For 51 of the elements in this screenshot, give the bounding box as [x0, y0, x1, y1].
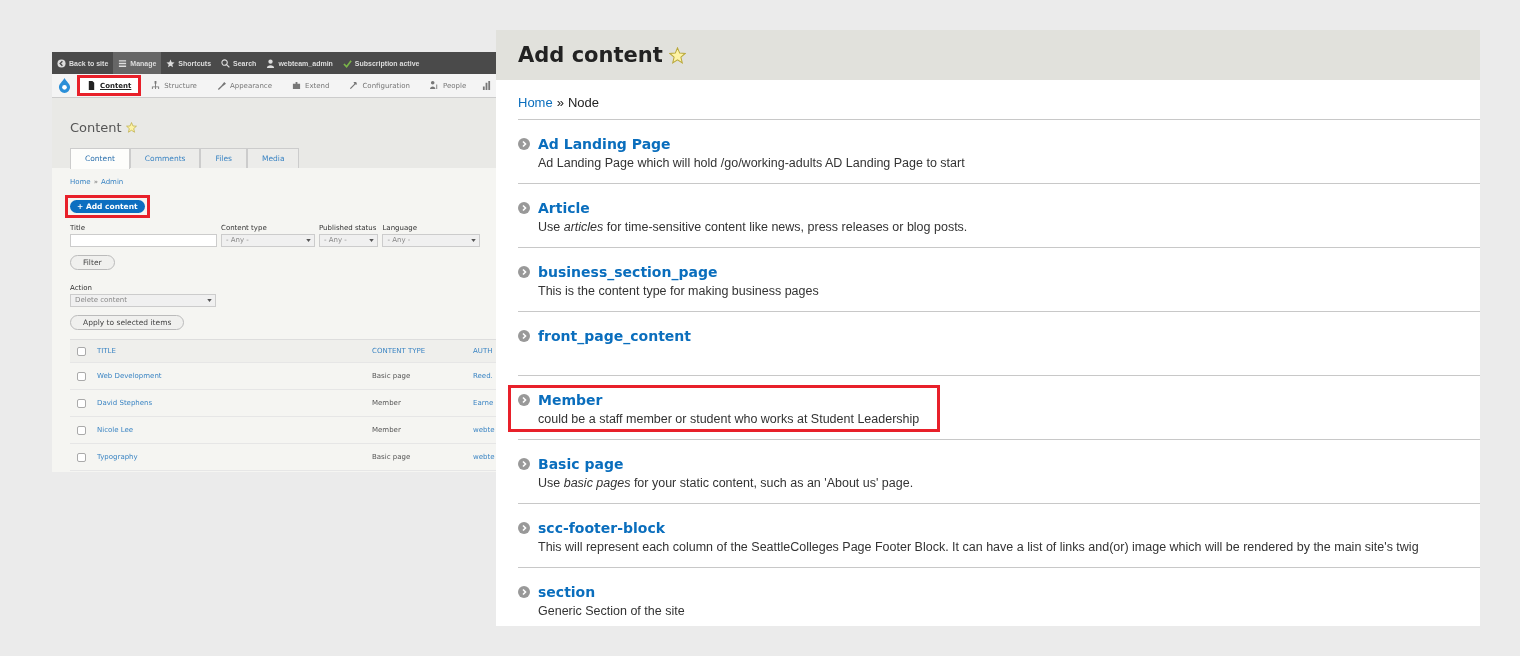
content-type-link[interactable]: front_page_content — [538, 328, 691, 344]
check-icon — [342, 58, 352, 68]
star-icon — [166, 58, 176, 68]
chevron-icon — [518, 394, 530, 406]
content-type-description: Use basic pages for your static content, such as an 'About us' page. — [538, 476, 914, 490]
chevron-icon — [518, 330, 530, 342]
star-icon[interactable] — [668, 46, 686, 64]
user-icon — [266, 58, 276, 68]
caret-icon — [207, 299, 212, 302]
row-checkbox[interactable] — [77, 371, 86, 381]
content-type-link[interactable]: section — [538, 584, 596, 600]
breadcrumb-link[interactable]: Home — [518, 95, 553, 110]
content-type-link[interactable]: scc-footer-block — [538, 520, 666, 536]
chevron-icon — [518, 586, 530, 598]
content-type-link[interactable]: Ad Landing Page — [538, 136, 671, 152]
row-checkbox[interactable] — [77, 452, 86, 462]
hierarchy-icon — [151, 81, 161, 90]
people-icon — [429, 81, 439, 90]
content-type-description: Use articles for time-sensitive content like news, press releases or blog posts. — [538, 220, 968, 234]
row-checkbox[interactable] — [77, 398, 86, 408]
content-type-description: This will represent each column of the SeattleColleges Page Footer Block. It can have a list of links and(or) image which will be rendered by the main site's twig — [538, 540, 1419, 554]
title-input-field[interactable] — [70, 234, 217, 247]
page-title: Content — [70, 119, 122, 135]
drop-logo-icon[interactable] — [58, 78, 71, 93]
caret-icon — [471, 239, 476, 242]
menu-icon — [118, 58, 128, 68]
content-type-link[interactable]: Article — [538, 200, 590, 216]
chevron-icon — [518, 522, 530, 534]
chevron-icon — [518, 458, 530, 470]
back-icon — [57, 58, 66, 68]
caret-icon — [369, 239, 375, 242]
content-type-link[interactable]: Member — [538, 392, 603, 408]
chevron-icon — [518, 266, 530, 278]
row-checkbox[interactable] — [77, 425, 86, 435]
bar-chart-icon[interactable] — [482, 81, 492, 90]
star-icon[interactable] — [125, 121, 137, 133]
caret-icon — [306, 239, 311, 242]
content-type-description: Ad Landing Page which will hold /go/working-adults AD Landing Page to start — [538, 156, 965, 170]
select-all-checkbox[interactable] — [77, 346, 86, 356]
content-type-link[interactable]: Basic page — [538, 456, 624, 472]
breadcrumb-current: Node — [567, 95, 599, 110]
content-type-link[interactable]: business_section_page — [538, 264, 718, 280]
document-icon — [87, 81, 96, 90]
content-type-description: This is the content type for making business pages — [538, 284, 819, 298]
chevron-icon — [518, 138, 530, 150]
search-icon — [221, 58, 231, 68]
breadcrumb-separator: » — [556, 95, 564, 110]
page-title: Add content — [518, 43, 663, 67]
content-type-description: Generic Section of the site — [538, 604, 685, 618]
content-type-description: could be a staff member or student who works at Student Leadership — [538, 412, 920, 426]
chevron-icon — [518, 202, 530, 214]
